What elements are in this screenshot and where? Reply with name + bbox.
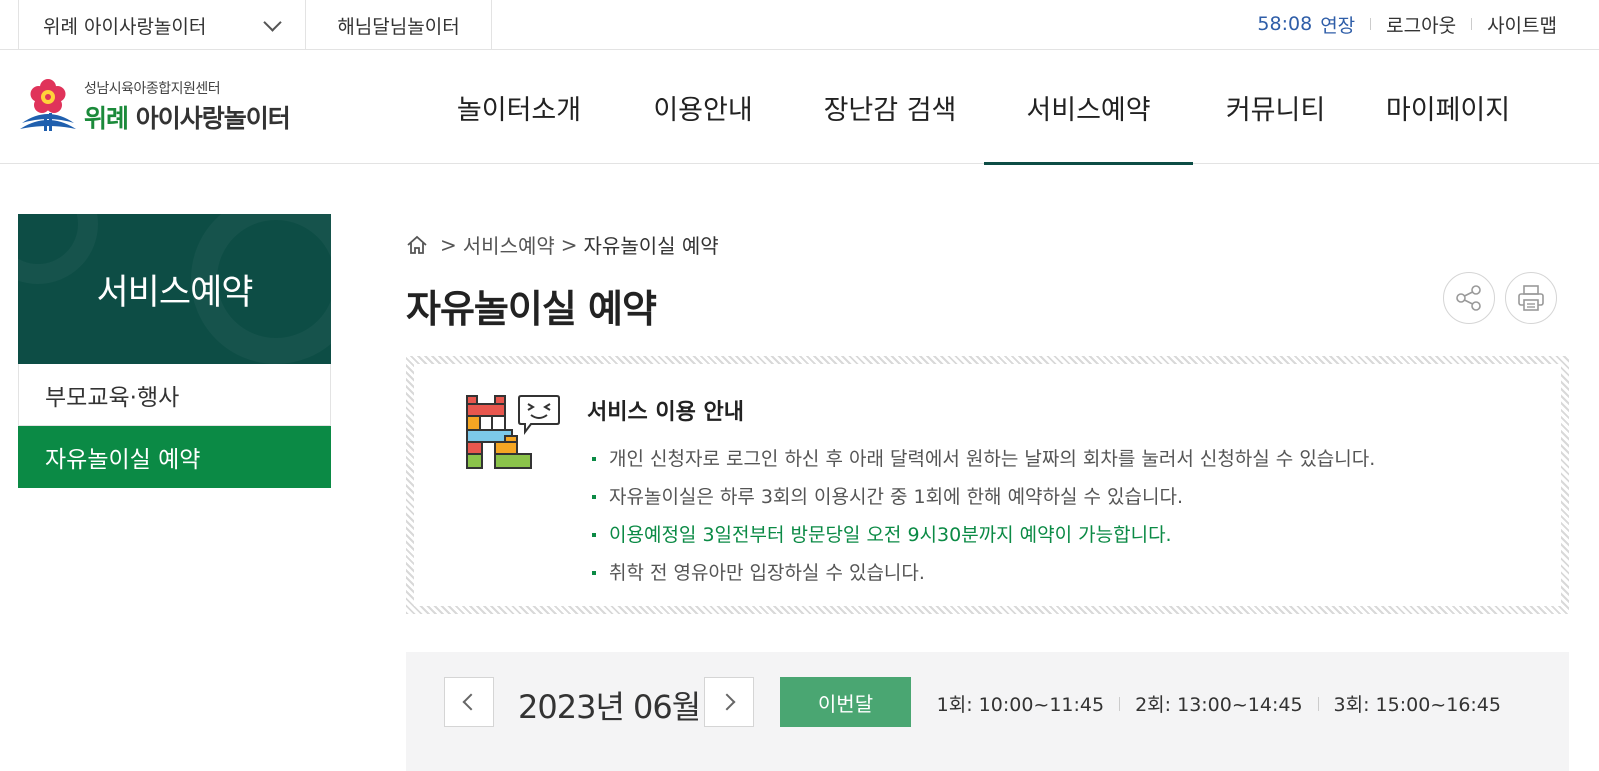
side-nav-header: 서비스예약: [18, 214, 331, 364]
top-utility-bar: 위례 아이사랑놀이터 해님달님놀이터 58:08 연장 로그아웃 사이트맵: [0, 0, 1599, 50]
site-logo[interactable]: 성남시육아종합지원센터 위례 아이사랑놀이터: [18, 78, 291, 135]
logo-title-green: 위례: [84, 104, 129, 133]
nav-item-guide[interactable]: 이용안내: [610, 50, 796, 164]
nav-item-reservation[interactable]: 서비스예약: [984, 50, 1193, 165]
site-link-haenim[interactable]: 해님달님놀이터: [306, 0, 492, 50]
breadcrumb: > 서비스예약 > 자유놀이실 예약: [406, 230, 719, 259]
side-nav-item-playroom-reservation[interactable]: 자유놀이실 예약: [18, 426, 331, 488]
this-month-button[interactable]: 이번달: [780, 677, 911, 727]
breadcrumb-current: 자유놀이실 예약: [583, 234, 719, 258]
chevron-left-icon: [462, 693, 480, 711]
notice-item: 개인 신청자로 로그인 하신 후 아래 달력에서 원하는 날짜의 회차를 눌러서…: [592, 440, 1375, 478]
current-month-label: 2023년 06월: [518, 688, 701, 726]
breadcrumb-level1[interactable]: 서비스예약: [463, 230, 555, 259]
print-button[interactable]: [1505, 272, 1557, 324]
notice-item: 취학 전 영유아만 입장하실 수 있습니다.: [592, 554, 1375, 592]
session-times: 1회: 10:00~11:45 2회: 13:00~14:45 3회: 15:0…: [937, 690, 1501, 717]
page-title: 자유놀이실 예약: [406, 287, 657, 331]
nav-item-mypage[interactable]: 마이페이지: [1358, 50, 1538, 164]
nav-item-toy-search[interactable]: 장난감 검색: [796, 50, 984, 164]
side-nav-item-parent-education[interactable]: 부모교육·행사: [18, 364, 331, 426]
notice-item-highlight: 이용예정일 3일전부터 방문당일 오전 9시30분까지 예약이 가능합니다.: [592, 516, 1375, 554]
decoration: [18, 214, 98, 284]
site-select-label: 위례 아이사랑놀이터: [43, 15, 207, 38]
logo-title: 위례 아이사랑놀이터: [84, 99, 291, 135]
session-timer: 58:08: [1257, 13, 1313, 35]
extend-session-button[interactable]: 연장: [1320, 11, 1355, 38]
print-icon: [1518, 285, 1544, 311]
calendar-controls: 2023년 06월 이번달 1회: 10:00~11:45 2회: 13:00~…: [406, 652, 1569, 771]
main-nav: 놀이터소개 이용안내 장난감 검색 서비스예약 커뮤니티 마이페이지: [428, 50, 1538, 165]
session-3-time: 3회: 15:00~16:45: [1333, 694, 1501, 716]
chevron-down-icon: [263, 13, 282, 32]
chevron-right-icon: [718, 693, 736, 711]
blocks-chat-icon: [465, 394, 561, 486]
notice-list: 개인 신청자로 로그인 하신 후 아래 달력에서 원하는 날짜의 회차를 눌러서…: [592, 440, 1375, 592]
logo-emblem-icon: [18, 78, 78, 135]
share-icon: [1456, 285, 1481, 311]
session-1-time: 1회: 10:00~11:45: [936, 694, 1105, 716]
service-notice-box: 서비스 이용 안내 개인 신청자로 로그인 하신 후 아래 달력에서 원하는 날…: [406, 356, 1569, 614]
breadcrumb-separator: >: [440, 232, 457, 257]
divider: [1317, 696, 1319, 711]
session-2-time: 2회: 13:00~14:45: [1135, 694, 1303, 716]
divider: [1471, 18, 1473, 30]
nav-item-about[interactable]: 놀이터소개: [428, 50, 610, 164]
notice-title: 서비스 이용 안내: [587, 400, 744, 425]
site-select-dropdown[interactable]: 위례 아이사랑놀이터: [18, 0, 306, 50]
side-nav: 서비스예약 부모교육·행사 자유놀이실 예약: [18, 214, 331, 488]
logout-link[interactable]: 로그아웃: [1386, 11, 1456, 38]
util-menu: 58:08 연장 로그아웃 사이트맵: [1257, 0, 1557, 48]
prev-month-button[interactable]: [444, 677, 494, 727]
notice-item: 자유놀이실은 하루 3회의 이용시간 중 1회에 한해 예약하실 수 있습니다.: [592, 478, 1375, 516]
breadcrumb-separator: >: [560, 232, 578, 257]
home-icon[interactable]: [406, 234, 428, 256]
next-month-button[interactable]: [704, 677, 754, 727]
nav-item-community[interactable]: 커뮤니티: [1193, 50, 1358, 164]
divider: [1370, 18, 1372, 30]
side-nav-title: 서비스예약: [96, 272, 253, 313]
divider: [1119, 696, 1121, 711]
share-button[interactable]: [1443, 272, 1495, 324]
site-header: 성남시육아종합지원센터 위례 아이사랑놀이터 놀이터소개 이용안내 장난감 검색…: [0, 50, 1599, 165]
logo-subtitle: 성남시육아종합지원센터: [84, 81, 221, 97]
sitemap-link[interactable]: 사이트맵: [1487, 11, 1557, 38]
logo-title-main: 아이사랑놀이터: [135, 104, 291, 133]
